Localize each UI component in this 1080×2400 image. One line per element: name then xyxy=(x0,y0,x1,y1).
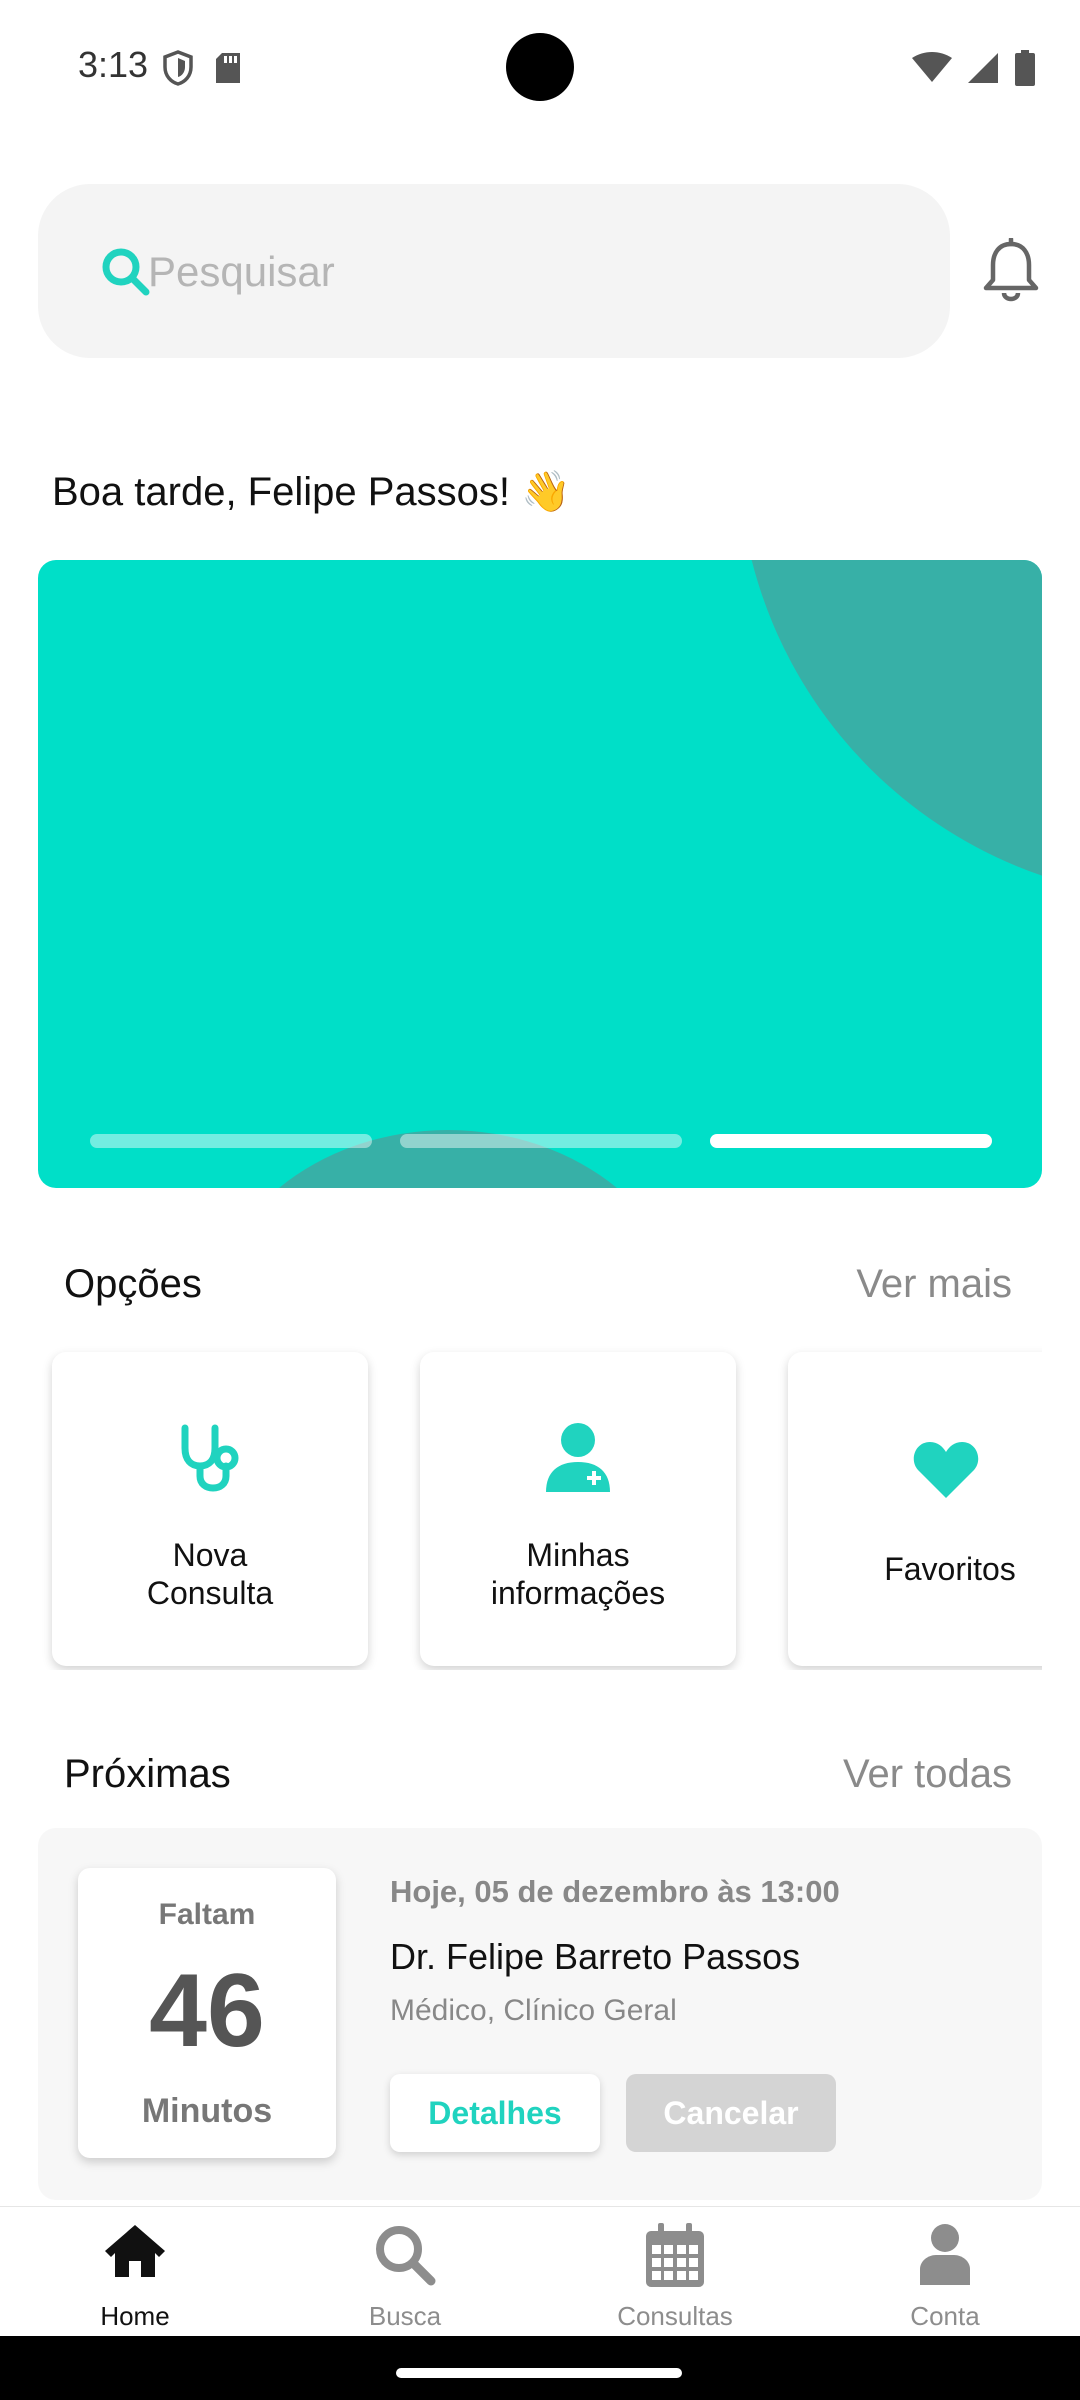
greeting: Boa tarde, Felipe Passos! 👋 xyxy=(52,470,571,514)
options-title: Opções xyxy=(64,1262,202,1306)
option-label: Minhas xyxy=(526,1537,630,1573)
countdown-value: 46 xyxy=(149,1953,265,2069)
countdown-label: Faltam xyxy=(158,1898,256,1931)
nav-label: Home xyxy=(100,2301,170,2331)
banner-dot[interactable] xyxy=(90,1134,372,1148)
details-button[interactable]: Detalhes xyxy=(390,2074,600,2152)
doctor-specialty: Médico, Clínico Geral xyxy=(390,1994,677,2027)
battery-icon xyxy=(1015,50,1035,86)
countdown-box: Faltam 46 Minutos xyxy=(78,1868,336,2158)
shield-icon xyxy=(163,50,193,86)
cellular-icon xyxy=(968,53,998,83)
banner-pagination xyxy=(90,1134,992,1148)
option-label: informações xyxy=(490,1575,666,1611)
wifi-icon xyxy=(912,52,952,82)
calendar-icon xyxy=(646,2223,704,2287)
promo-banner[interactable] xyxy=(38,560,1042,1188)
options-carousel[interactable]: Nova Consulta Minhas informações Favorit… xyxy=(0,1340,1042,1670)
nav-label: Conta xyxy=(910,2301,980,2331)
user-icon xyxy=(920,2224,970,2285)
search-input[interactable] xyxy=(148,224,908,320)
nav-label: Consultas xyxy=(617,2301,733,2331)
see-more-link[interactable]: Ver mais xyxy=(856,1262,1012,1307)
nav-item-home[interactable]: Home xyxy=(0,2207,270,2337)
option-label: Consulta xyxy=(146,1575,274,1611)
see-all-link[interactable]: Ver todas xyxy=(843,1752,1012,1797)
banner-dot[interactable] xyxy=(400,1134,682,1148)
option-label: Favoritos xyxy=(884,1551,1016,1587)
bell-icon[interactable] xyxy=(982,238,1040,304)
banner-decoration xyxy=(738,560,1042,900)
status-time: 3:13 xyxy=(78,44,149,85)
status-bar: 3:13 xyxy=(0,0,1080,130)
upcoming-title: Próximas xyxy=(64,1752,231,1796)
banner-dot-active[interactable] xyxy=(710,1134,992,1148)
heart-icon xyxy=(913,1442,979,1498)
option-card-my-info[interactable]: Minhas informações xyxy=(420,1352,736,1666)
search-icon xyxy=(102,248,150,296)
nav-item-account[interactable]: Conta xyxy=(810,2207,1080,2337)
nav-label: Busca xyxy=(368,2301,442,2331)
option-card-favorites[interactable]: Favoritos xyxy=(788,1352,1042,1666)
home-icon xyxy=(105,2225,165,2277)
appointment-date: Hoje, 05 de dezembro às 13:00 xyxy=(390,1874,840,1909)
user-plus-icon xyxy=(546,1423,610,1492)
nav-item-search[interactable]: Busca xyxy=(270,2207,540,2337)
stethoscope-icon xyxy=(181,1424,239,1492)
cancel-button[interactable]: Cancelar xyxy=(626,2074,836,2152)
gesture-handle[interactable] xyxy=(396,2368,682,2378)
bottom-navigation: Home Busca Consultas Conta xyxy=(0,2206,1080,2336)
search-icon xyxy=(376,2226,436,2286)
option-label: Nova xyxy=(172,1537,248,1573)
nav-item-consultations[interactable]: Consultas xyxy=(540,2207,810,2337)
doctor-name: Dr. Felipe Barreto Passos xyxy=(390,1936,801,1977)
search-bar[interactable] xyxy=(38,184,950,358)
option-card-new-consultation[interactable]: Nova Consulta xyxy=(52,1352,368,1666)
camera-cutout xyxy=(506,33,574,101)
appointment-card[interactable]: Faltam 46 Minutos Hoje, 05 de dezembro à… xyxy=(38,1828,1042,2200)
system-gesture-bar xyxy=(0,2336,1080,2400)
sd-card-icon xyxy=(216,53,240,83)
countdown-unit: Minutos xyxy=(141,2092,273,2130)
